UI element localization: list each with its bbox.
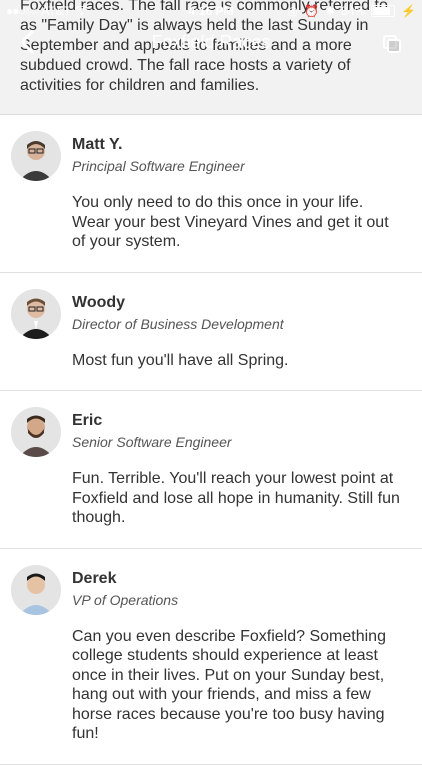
- status-bar: ●●○○○ AT&T 4:16 PM ◎ ⏰ ✱ 84% ⚡: [0, 0, 422, 22]
- review-list: Matt Y. Principal Software Engineer You …: [0, 115, 422, 765]
- reviewer-role: Principal Software Engineer: [72, 158, 245, 174]
- battery-icon: [371, 5, 396, 17]
- nav-bar: Foxfield Races: [0, 22, 422, 62]
- copy-icon[interactable]: [382, 34, 402, 54]
- review-text: Most fun you'll have all Spring.: [72, 351, 289, 369]
- alarm-icon: ⏰: [304, 4, 319, 18]
- reviewer-name: Matt Y.: [72, 136, 123, 153]
- avatar: [11, 288, 61, 339]
- reviewer-role: VP of Operations: [72, 591, 179, 608]
- review-item: Matt Y. Principal Software Engineer You …: [0, 115, 422, 273]
- avatar: [11, 564, 61, 615]
- nav-title: Foxfield Races: [151, 32, 271, 52]
- battery-fill: [373, 7, 390, 15]
- avatar: [11, 407, 61, 457]
- review-item: Derek VP of Operations Can you even desc…: [0, 549, 422, 765]
- reviewer-name: Woody: [72, 293, 126, 311]
- review-text: Fun. Terrible. You'll reach your lowest …: [72, 470, 400, 526]
- reviewer-role: Director of Business Development: [72, 315, 284, 332]
- reviewer-name: Derek: [72, 569, 117, 587]
- bluetooth-icon: ✱: [324, 4, 336, 18]
- lock-rotation-icon: ◎: [287, 4, 298, 18]
- status-right: ◎ ⏰ ✱ 84% ⚡: [288, 4, 416, 18]
- reviewer-name: Eric: [72, 412, 103, 429]
- review-item: Woody Director of Business Development M…: [0, 273, 422, 391]
- avatar: [11, 131, 61, 181]
- reviewer-role: Senior Software Engineer: [72, 434, 232, 450]
- review-item: Eric Senior Software Engineer Fun. Terri…: [0, 391, 422, 549]
- review-text: Can you even describe Foxfield? Somethin…: [72, 627, 386, 743]
- review-text: You only need to do this once in your li…: [72, 194, 389, 250]
- battery-percent: 84%: [341, 4, 366, 18]
- charging-icon: ⚡: [401, 4, 416, 18]
